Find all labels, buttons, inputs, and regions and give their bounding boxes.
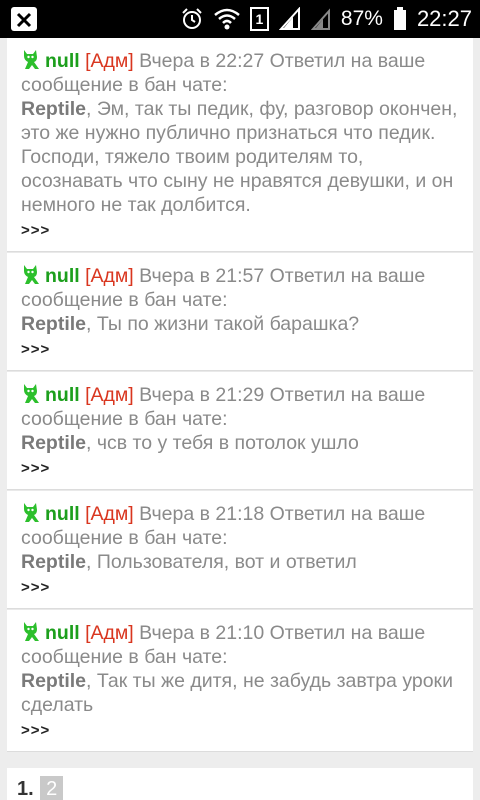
message-meta: Вчера в 21:18 Ответил на ваше сообщение … (21, 503, 426, 549)
message-item: null [Адм] Вчера в 21:57 Ответил на ваше… (7, 252, 473, 371)
role-badge: [Адм] (85, 503, 134, 525)
message-text: , Пользователя, вот и ответил (86, 551, 357, 573)
wifi-icon (214, 8, 240, 30)
message-meta: Вчера в 21:29 Ответил на ваше сообщение … (21, 384, 426, 430)
message-text: , Так ты же дитя, не забудь завтра уроки… (21, 670, 453, 716)
username-link[interactable]: null (45, 265, 80, 287)
pagination: 1. 2 (7, 768, 473, 800)
recipient-name[interactable]: Reptile (21, 670, 86, 692)
cat-icon (24, 622, 39, 641)
signal-icon (278, 7, 300, 30)
message-meta: Вчера в 22:27 Ответил на ваше сообщение … (21, 50, 426, 96)
app-notification-icon (11, 7, 37, 31)
message-text: , Ты по жизни такой барашка? (86, 313, 360, 335)
cat-icon (24, 265, 39, 284)
message-text: , чсв то у тебя в потолок ушло (86, 432, 359, 454)
role-badge: [Адм] (85, 384, 134, 406)
message-meta: Вчера в 21:10 Ответил на ваше сообщение … (21, 622, 426, 668)
clock: 22:27 (416, 6, 472, 31)
message-meta: Вчера в 21:57 Ответил на ваше сообщение … (21, 265, 426, 311)
recipient-name[interactable]: Reptile (21, 313, 86, 335)
more-link[interactable]: >>> (21, 338, 459, 362)
alarm-icon (182, 8, 202, 29)
message-item: null [Адм] Вчера в 21:10 Ответил на ваше… (7, 609, 473, 752)
message-item: null [Адм] Вчера в 21:29 Ответил на ваше… (7, 371, 473, 490)
role-badge: [Адм] (85, 50, 134, 72)
more-link[interactable]: >>> (21, 219, 459, 243)
signal-icon-secondary (310, 8, 330, 30)
role-badge: [Адм] (85, 265, 134, 287)
message-feed: null [Адм] Вчера в 22:27 Ответил на ваше… (7, 38, 473, 752)
recipient-name[interactable]: Reptile (21, 98, 86, 120)
message-text: , Эм, так ты педик, фу, разговор окончен… (21, 98, 458, 216)
role-badge: [Адм] (85, 622, 134, 644)
recipient-name[interactable]: Reptile (21, 432, 86, 454)
page-link-2[interactable]: 2 (40, 776, 64, 800)
username-link[interactable]: null (45, 384, 80, 406)
username-link[interactable]: null (45, 50, 80, 72)
username-link[interactable]: null (45, 622, 80, 644)
battery-percent: 87% (340, 7, 383, 30)
more-link[interactable]: >>> (21, 457, 459, 481)
username-link[interactable]: null (45, 503, 80, 525)
page-current: 1. (17, 778, 34, 800)
more-link[interactable]: >>> (21, 576, 459, 600)
sim-indicator: 1 (249, 7, 269, 31)
cat-icon (24, 384, 39, 403)
more-link[interactable]: >>> (21, 719, 459, 743)
cat-icon (24, 503, 39, 522)
battery-icon (393, 7, 406, 30)
status-bar: 1 87% 22:27 (0, 0, 480, 38)
message-item: null [Адм] Вчера в 21:18 Ответил на ваше… (7, 490, 473, 609)
message-item: null [Адм] Вчера в 22:27 Ответил на ваше… (7, 38, 473, 252)
recipient-name[interactable]: Reptile (21, 551, 86, 573)
notification-icons (10, 6, 38, 37)
cat-icon (24, 50, 39, 69)
page: null [Адм] Вчера в 22:27 Ответил на ваше… (0, 38, 480, 800)
